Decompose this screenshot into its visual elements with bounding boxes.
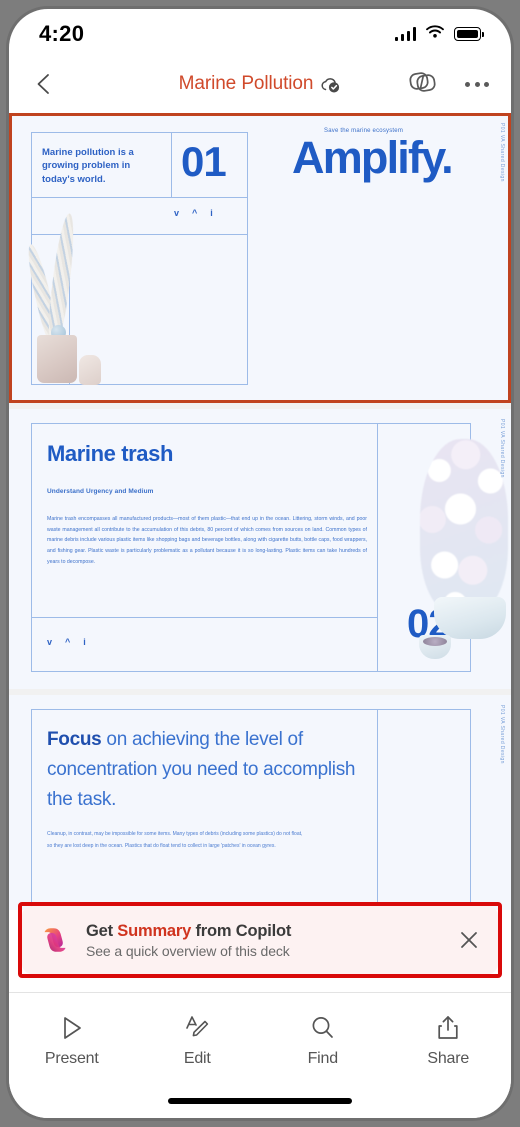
slide2-divider-1 xyxy=(377,423,378,672)
edit-pen-icon xyxy=(182,1013,212,1043)
banner-title-rest: from Copilot xyxy=(191,921,292,940)
copilot-pages-icon[interactable] xyxy=(407,68,439,101)
chevron-down-icon: v xyxy=(174,208,180,218)
close-icon[interactable] xyxy=(456,927,482,953)
status-indicators xyxy=(394,24,484,44)
slide1-callout-text: Marine pollution is a growing problem in… xyxy=(42,147,134,185)
bar-icon: i xyxy=(210,208,213,218)
slide3-side-label: P01 VA Shared Design xyxy=(499,705,505,764)
status-time: 4:20 xyxy=(39,21,85,46)
slide2-title: Marine trash xyxy=(47,441,174,466)
slide1-side-label: P01 VA Shared Design xyxy=(499,123,505,182)
nav-bar: Marine Pollution xyxy=(9,55,511,113)
slide2-side-label: P01 VA Shared Design xyxy=(499,419,505,478)
slide3-headline-lead: Focus xyxy=(47,729,102,750)
copilot-summary-banner[interactable]: Get Summary from Copilot See a quick ove… xyxy=(18,902,502,978)
toolbar-item-share[interactable]: Share xyxy=(386,1013,512,1068)
cloud-synced-check-icon xyxy=(319,76,341,93)
slide-thumbnail-3[interactable]: Focus on achieving the level of concentr… xyxy=(9,695,511,910)
toolbar-item-find[interactable]: Find xyxy=(260,1013,386,1068)
page-title: Marine Pollution xyxy=(178,73,314,94)
coral-in-pot-photo xyxy=(23,212,101,385)
chevron-up-icon: ^ xyxy=(192,208,198,218)
copilot-banner-text: Get Summary from Copilot See a quick ove… xyxy=(86,922,291,959)
cellular-signal-icon xyxy=(394,27,416,41)
share-upload-icon xyxy=(433,1013,463,1043)
back-chevron-icon[interactable] xyxy=(31,71,57,97)
slide-thumbnail-2[interactable]: Marine trash Understand Urgency and Medi… xyxy=(9,409,511,689)
slide2-subtitle: Understand Urgency and Medium xyxy=(47,488,154,495)
slide3-headline: Focus on achieving the level of concentr… xyxy=(47,725,377,815)
slide1-chevrons: v ^ i xyxy=(174,208,213,218)
slide-deck[interactable]: Marine pollution is a growing problem in… xyxy=(9,113,511,910)
slide-thumbnail-1[interactable]: Marine pollution is a growing problem in… xyxy=(9,113,511,403)
more-options-icon[interactable] xyxy=(465,81,489,87)
slide1-brand-wordmark: Amplify. xyxy=(292,132,454,183)
toolbar-label-present: Present xyxy=(44,1050,99,1067)
toolbar-label-find: Find xyxy=(307,1050,339,1067)
slide2-chevrons: v ^ i xyxy=(47,637,86,647)
slide2-body-text: Marine trash encompasses all manufacture… xyxy=(47,516,367,565)
bottom-toolbar: Present Edit Find Share xyxy=(9,992,511,1118)
bar-icon: i xyxy=(83,637,86,647)
search-magnifier-icon xyxy=(308,1013,338,1043)
home-indicator[interactable] xyxy=(168,1098,352,1104)
banner-title-lead: Get xyxy=(86,921,118,940)
chevron-down-icon: v xyxy=(47,637,53,647)
banner-title-highlight: Summary xyxy=(117,921,192,940)
slide1-divider-1 xyxy=(31,197,248,198)
phone-frame: 4:20 Marine Pollution Marine pollution i… xyxy=(6,6,514,1121)
slide1-divider-3 xyxy=(171,132,172,197)
slide2-divider-2 xyxy=(31,617,377,618)
slide1-number: 01 xyxy=(181,138,227,185)
toolbar-item-present[interactable]: Present xyxy=(9,1013,135,1068)
toolbar-label-edit: Edit xyxy=(183,1050,211,1067)
battery-full-icon xyxy=(454,27,484,41)
slide3-divider-1 xyxy=(377,709,378,910)
white-coral-in-bowl-photo xyxy=(416,439,511,689)
copilot-logo-icon xyxy=(40,925,70,955)
copilot-banner-inner[interactable]: Get Summary from Copilot See a quick ove… xyxy=(22,906,498,974)
nav-actions xyxy=(407,68,489,101)
toolbar-item-edit[interactable]: Edit xyxy=(135,1013,261,1068)
copilot-banner-subtitle: See a quick overview of this deck xyxy=(86,942,290,959)
wifi-icon xyxy=(425,24,445,44)
copilot-banner-title: Get Summary from Copilot xyxy=(86,922,291,940)
play-triangle-icon xyxy=(57,1013,87,1043)
toolbar-label-share: Share xyxy=(427,1050,470,1067)
status-bar: 4:20 xyxy=(9,9,511,55)
chevron-up-icon: ^ xyxy=(65,637,71,647)
slide3-body-text: Cleanup, in contrast, may be impossible … xyxy=(47,831,303,850)
